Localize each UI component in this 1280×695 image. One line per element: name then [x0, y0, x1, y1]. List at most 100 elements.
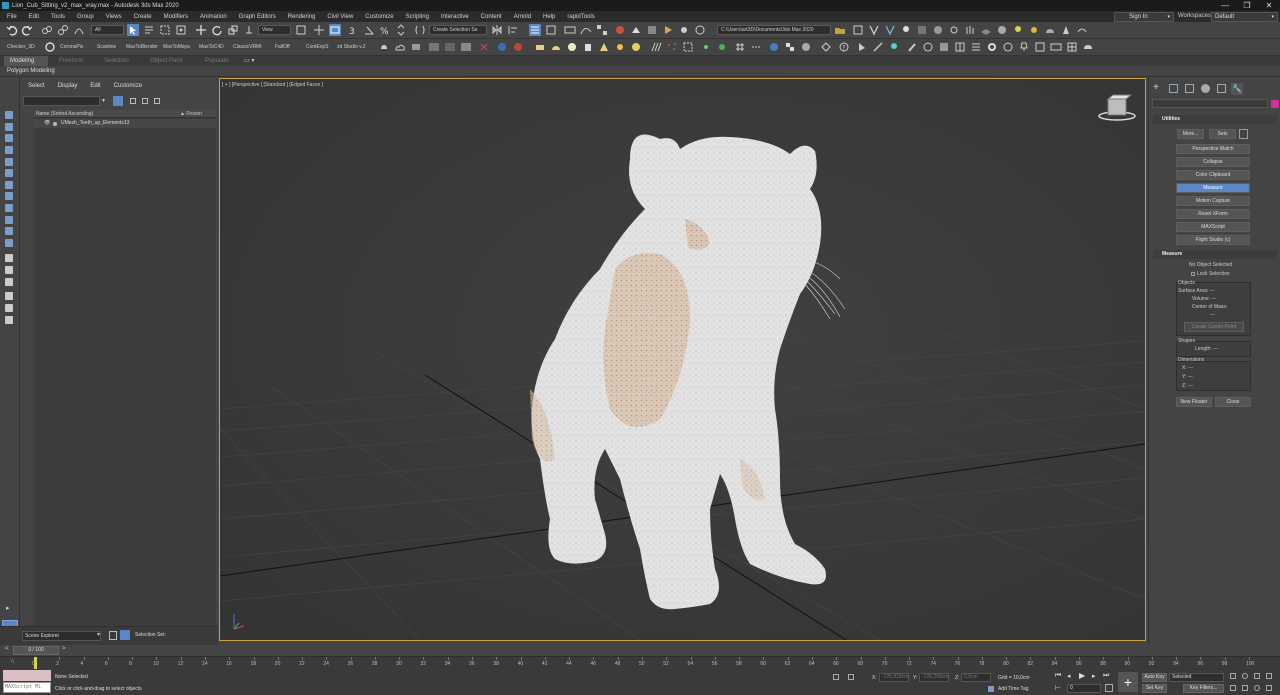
motion-capture-button[interactable]: Motion Capture	[1176, 196, 1250, 206]
close-window-button[interactable]: ✕	[1258, 0, 1280, 11]
proxy-icon[interactable]	[682, 41, 694, 53]
display-cameras-icon[interactable]	[5, 158, 13, 166]
cylinder-primitive-icon[interactable]	[582, 41, 594, 53]
timeline[interactable]: ↑\ 0246810121416182022242628303234363840…	[0, 656, 1280, 669]
flight-studio-button[interactable]: Flight Studio (c)	[1176, 235, 1250, 245]
display-all-icon[interactable]	[5, 254, 13, 262]
edit-named-selection-icon[interactable]	[414, 24, 426, 36]
vray-proxy-icon[interactable]	[948, 24, 960, 36]
image-icon[interactable]	[938, 41, 950, 53]
sphere-primitive-icon[interactable]	[566, 41, 578, 53]
lamp-icon[interactable]	[1018, 41, 1030, 53]
orbit-icon[interactable]	[1254, 685, 1260, 691]
named-selection-set-dropdown[interactable]: Create Selection Se	[429, 25, 487, 35]
brush-icon[interactable]	[906, 41, 918, 53]
maximize-viewport-icon[interactable]	[1266, 685, 1272, 691]
lock-selection-checkbox[interactable]	[1191, 272, 1195, 276]
keyboard-shortcut-override-icon[interactable]	[329, 24, 341, 36]
close-measure-button[interactable]: Close	[1215, 397, 1251, 407]
wire-color-icon[interactable]	[478, 41, 490, 53]
tab-selection[interactable]: Selection	[104, 56, 129, 66]
z-coord-field[interactable]: 0,0cm	[961, 673, 991, 682]
ribbon-options-icon[interactable]: ▭ ▾	[244, 56, 254, 66]
key-mode-dropdown[interactable]: Selected	[1169, 673, 1224, 682]
explorer-menu-select[interactable]: Select	[20, 81, 50, 91]
select-object-icon[interactable]	[127, 24, 139, 36]
tab-object-paint[interactable]: Object Paint	[150, 56, 183, 66]
classicvrmt-button[interactable]: ClassicVRMt	[233, 44, 262, 50]
set-project-folder-icon[interactable]	[834, 24, 846, 36]
project-folder-dropdown[interactable]: C:\Users\art3D\Documents\3ds Max 2020	[717, 25, 831, 35]
utilities-wrench-icon[interactable]: 🔧	[1231, 83, 1243, 95]
scene-explorer-name-field[interactable]: Scene Explorer	[22, 631, 101, 641]
material-editor-icon[interactable]	[614, 24, 626, 36]
menu-tools[interactable]: Tools	[44, 14, 70, 20]
display-lights-icon[interactable]	[5, 146, 13, 154]
globe-icon[interactable]	[768, 41, 780, 53]
find-icon[interactable]	[5, 316, 13, 324]
y-coord-field[interactable]: -126,258cm	[919, 673, 949, 682]
viewport-label[interactable]: [ + ] [Perspective ] [Standard ] [Edged …	[222, 82, 323, 88]
hierarchy-icon[interactable]	[154, 98, 160, 104]
play-icon[interactable]: ▶	[1079, 671, 1085, 680]
isolate-selection-icon[interactable]	[833, 674, 839, 680]
falloff-button[interactable]: FallOff	[275, 44, 290, 50]
explorer-menu-display[interactable]: Display	[50, 81, 83, 91]
wireframe-icon[interactable]	[820, 41, 832, 53]
display-none-icon[interactable]	[5, 111, 13, 119]
maxscript-button[interactable]: MAXScript	[1176, 222, 1250, 232]
filter-icon[interactable]	[5, 304, 13, 312]
tab-freeform[interactable]: Freeform	[59, 56, 83, 66]
teapot-icon[interactable]	[378, 41, 390, 53]
display-shapes-icon[interactable]	[5, 134, 13, 142]
unlink-icon[interactable]	[57, 24, 69, 36]
rect-selection-region-icon[interactable]	[159, 24, 171, 36]
lock-cell-edit-icon[interactable]	[5, 292, 13, 300]
toggle-layer-explorer-icon[interactable]	[545, 24, 557, 36]
vray-ies-icon[interactable]	[1060, 24, 1072, 36]
vray-ambient-light-icon[interactable]	[1076, 24, 1088, 36]
vray-frame-buffer-icon[interactable]	[852, 24, 864, 36]
tab-modeling[interactable]: Modeling	[4, 56, 48, 66]
more-button[interactable]: More...	[1177, 129, 1204, 139]
sync-selection-icon[interactable]	[142, 98, 148, 104]
scatter-icon[interactable]	[666, 41, 678, 53]
vray-dome-icon[interactable]	[1044, 24, 1056, 36]
environment-icon[interactable]	[460, 41, 472, 53]
go-to-end-icon[interactable]: ⏭	[1103, 672, 1109, 680]
place-icon[interactable]	[243, 24, 255, 36]
set-key-button[interactable]: Set Key	[1142, 684, 1167, 693]
zoom-extents-icon[interactable]	[1254, 673, 1260, 679]
time-tag-icon[interactable]	[988, 686, 994, 692]
maxscript-listener-pink[interactable]	[3, 670, 51, 681]
cloud-icon[interactable]	[394, 41, 406, 53]
bind-space-warp-icon[interactable]	[73, 24, 85, 36]
selection-set-icon[interactable]	[120, 630, 130, 640]
time-slider-prev-icon[interactable]: <	[5, 646, 9, 652]
display-invert-icon[interactable]	[5, 278, 13, 286]
help-icon[interactable]: ?	[838, 41, 850, 53]
auto-key-button[interactable]: Auto Key	[1142, 673, 1167, 682]
contexps-button[interactable]: ContExpS	[306, 44, 329, 50]
filter-funnel-icon[interactable]	[113, 96, 123, 106]
display-geometry-icon[interactable]	[5, 123, 13, 131]
visibility-eye-icon[interactable]: 👁	[44, 119, 50, 128]
field-of-view-icon[interactable]	[1230, 685, 1236, 691]
a360-gallery-icon[interactable]	[694, 24, 706, 36]
explorer-menu-edit[interactable]: Edit	[82, 81, 105, 91]
zoom-all-icon[interactable]	[1242, 673, 1248, 679]
particle-icon[interactable]	[700, 41, 712, 53]
lock-icon[interactable]	[130, 98, 136, 104]
chevron-down-icon[interactable]: ▾	[102, 97, 105, 104]
select-highlight-icon[interactable]	[856, 41, 868, 53]
green-material-icon[interactable]	[716, 41, 728, 53]
zd-studio-button[interactable]: zd Studio v.2	[337, 44, 366, 50]
menu-rendering[interactable]: Rendering	[281, 14, 321, 20]
menu-modifiers[interactable]: Modifiers	[157, 14, 193, 20]
reset-xform-button[interactable]: Reset XForm	[1176, 209, 1250, 219]
schematic-view-icon[interactable]	[596, 24, 608, 36]
pivot-center-icon[interactable]	[295, 24, 307, 36]
frame-icon[interactable]	[1034, 41, 1046, 53]
display-bones-icon[interactable]	[5, 216, 13, 224]
coronapix-button[interactable]: CoronaPix	[60, 44, 83, 50]
